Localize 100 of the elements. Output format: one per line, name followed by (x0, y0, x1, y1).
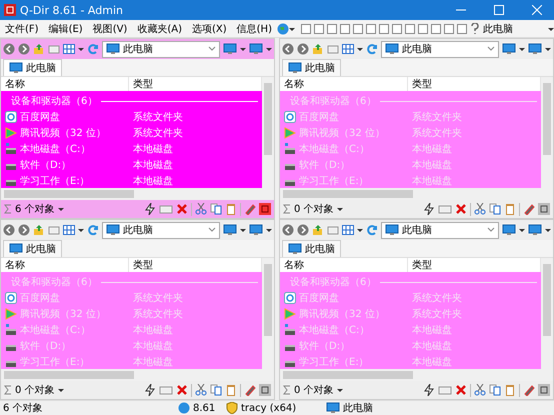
file-name[interactable]: 学习工作（E:） (1, 355, 129, 369)
monitor-icon[interactable] (502, 43, 516, 55)
square-icon[interactable] (259, 384, 271, 396)
stop-icon[interactable] (259, 203, 271, 215)
address-field[interactable]: 此电脑 (102, 222, 220, 238)
lightning-icon[interactable] (144, 384, 156, 396)
scissors-icon[interactable] (474, 384, 486, 396)
address-field[interactable]: 此电脑 (381, 222, 499, 238)
copy-icon[interactable] (489, 384, 501, 396)
view-grid-icon[interactable] (63, 224, 75, 236)
menu-item[interactable]: 文件(F) (0, 22, 44, 36)
file-name[interactable]: 腾讯视频（32 位） (280, 126, 408, 140)
file-name[interactable]: 本地磁盘（C:） (280, 142, 408, 156)
layout-icon[interactable] (444, 24, 454, 34)
back-icon[interactable] (3, 224, 15, 236)
scissors-icon[interactable] (474, 203, 486, 215)
folder-up-icon[interactable] (312, 43, 324, 55)
square-icon[interactable] (538, 384, 550, 396)
address-field[interactable]: 此电脑 (102, 40, 220, 58)
menu-item[interactable]: 视图(V) (88, 22, 132, 36)
layout-icon[interactable] (326, 24, 337, 34)
folder-tab[interactable]: 此电脑 (3, 59, 62, 76)
monitor-icon[interactable] (249, 224, 263, 236)
file-name[interactable]: 本地磁盘（C:） (280, 323, 408, 337)
vertical-scrollbar[interactable] (262, 258, 274, 369)
folder-up-icon[interactable] (312, 224, 324, 236)
back-icon[interactable] (282, 43, 294, 55)
file-name[interactable]: 学习工作（E:） (280, 355, 408, 369)
menu-item[interactable]: 选项(X) (187, 22, 232, 36)
group-header[interactable]: 设备和驱动器（6） (11, 94, 98, 108)
clipboard-icon[interactable] (504, 203, 516, 215)
pen-icon[interactable] (244, 384, 256, 396)
file-name[interactable]: 本地磁盘（C:） (1, 323, 129, 337)
vertical-scrollbar[interactable] (541, 77, 553, 188)
monitor-icon[interactable] (223, 224, 237, 236)
file-name[interactable]: 百度网盘 (280, 291, 408, 305)
layout-icon[interactable] (404, 24, 415, 34)
file-name[interactable]: 软件（D:） (1, 339, 129, 353)
layout-icon[interactable] (300, 24, 311, 34)
pen-icon[interactable] (523, 203, 535, 215)
file-name[interactable]: 腾讯视频（32 位） (1, 126, 129, 140)
copy-icon[interactable] (210, 203, 222, 215)
file-name[interactable]: 软件（D:） (1, 158, 129, 172)
forward-icon[interactable] (18, 224, 30, 236)
monitor-icon[interactable] (528, 224, 542, 236)
group-header[interactable]: 设备和驱动器（6） (11, 275, 98, 289)
file-name[interactable]: 腾讯视频（32 位） (1, 307, 129, 321)
layout-icon[interactable] (456, 24, 467, 34)
clipboard-icon[interactable] (225, 384, 237, 396)
monitor-icon[interactable] (223, 43, 237, 55)
copy-icon[interactable] (210, 384, 222, 396)
file-name[interactable]: 本地磁盘（C:） (1, 142, 129, 156)
layout-icon[interactable] (340, 24, 350, 34)
file-name[interactable]: 软件（D:） (280, 158, 408, 172)
file-name[interactable]: 学习工作（E:） (280, 174, 408, 188)
horizontal-scrollbar[interactable] (1, 369, 274, 381)
monitor-icon[interactable] (502, 224, 516, 236)
file-name[interactable]: 百度网盘 (1, 110, 129, 124)
folder-up-icon[interactable] (33, 224, 45, 236)
layout-icon[interactable] (352, 24, 363, 34)
menu-item[interactable]: 收藏夹(A) (132, 22, 187, 36)
file-name[interactable]: 软件（D:） (280, 339, 408, 353)
layout-icon[interactable] (314, 24, 324, 34)
file-name[interactable]: 学习工作（E:） (1, 174, 129, 188)
group-header[interactable]: 设备和驱动器（6） (290, 275, 376, 289)
layout-icon[interactable] (366, 24, 376, 34)
pen-icon[interactable] (244, 203, 256, 215)
horizontal-scrollbar[interactable] (1, 188, 274, 200)
forward-icon[interactable] (18, 43, 30, 55)
file-name[interactable]: 腾讯视频（32 位） (280, 307, 408, 321)
forward-icon[interactable] (297, 224, 309, 236)
layout-icon[interactable] (418, 24, 428, 34)
lightning-icon[interactable] (423, 203, 435, 215)
horizontal-scrollbar[interactable] (280, 188, 553, 200)
lightning-icon[interactable] (144, 203, 156, 215)
delete-icon[interactable] (455, 203, 467, 215)
pen-icon[interactable] (523, 384, 535, 396)
scissors-icon[interactable] (195, 203, 207, 215)
menu-item[interactable]: 信息(H) (232, 22, 277, 36)
horizontal-scrollbar[interactable] (280, 369, 553, 381)
forward-icon[interactable] (297, 43, 309, 55)
scissors-icon[interactable] (195, 384, 207, 396)
back-icon[interactable] (282, 224, 294, 236)
file-name[interactable]: 百度网盘 (280, 110, 408, 124)
monitor-icon[interactable] (249, 43, 263, 55)
group-header[interactable]: 设备和驱动器（6） (290, 94, 376, 108)
lightning-icon[interactable] (423, 384, 435, 396)
folder-tab[interactable]: 此电脑 (282, 240, 341, 257)
view-grid-icon[interactable] (342, 224, 354, 236)
copy-icon[interactable] (489, 203, 501, 215)
layout-icon[interactable] (378, 24, 389, 34)
delete-icon[interactable] (176, 203, 188, 215)
square-icon[interactable] (538, 203, 550, 215)
vertical-scrollbar[interactable] (262, 77, 274, 188)
clipboard-icon[interactable] (225, 203, 237, 215)
clipboard-icon[interactable] (504, 384, 516, 396)
question-icon[interactable] (470, 22, 480, 34)
folder-tab[interactable]: 此电脑 (282, 59, 341, 76)
layout-icon[interactable] (392, 24, 402, 34)
delete-icon[interactable] (176, 384, 188, 396)
